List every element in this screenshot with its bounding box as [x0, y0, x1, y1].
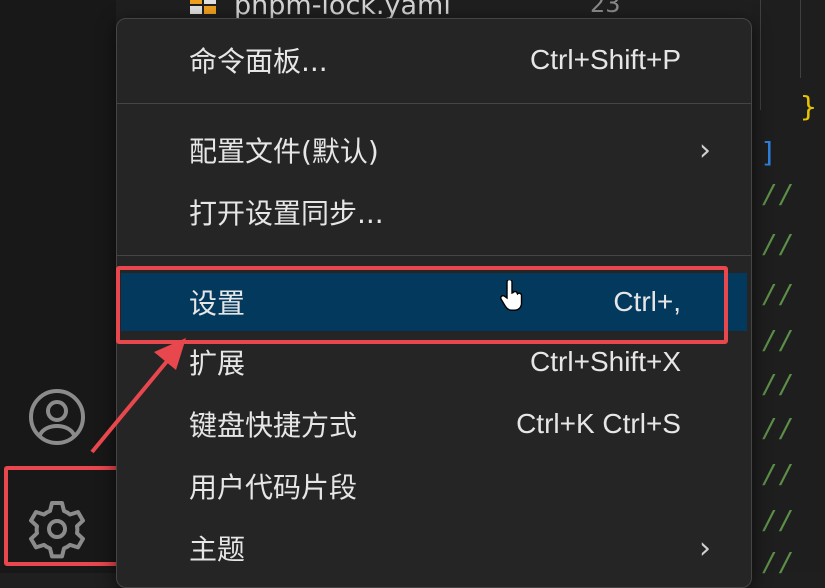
annotation-arrow	[90, 338, 186, 454]
